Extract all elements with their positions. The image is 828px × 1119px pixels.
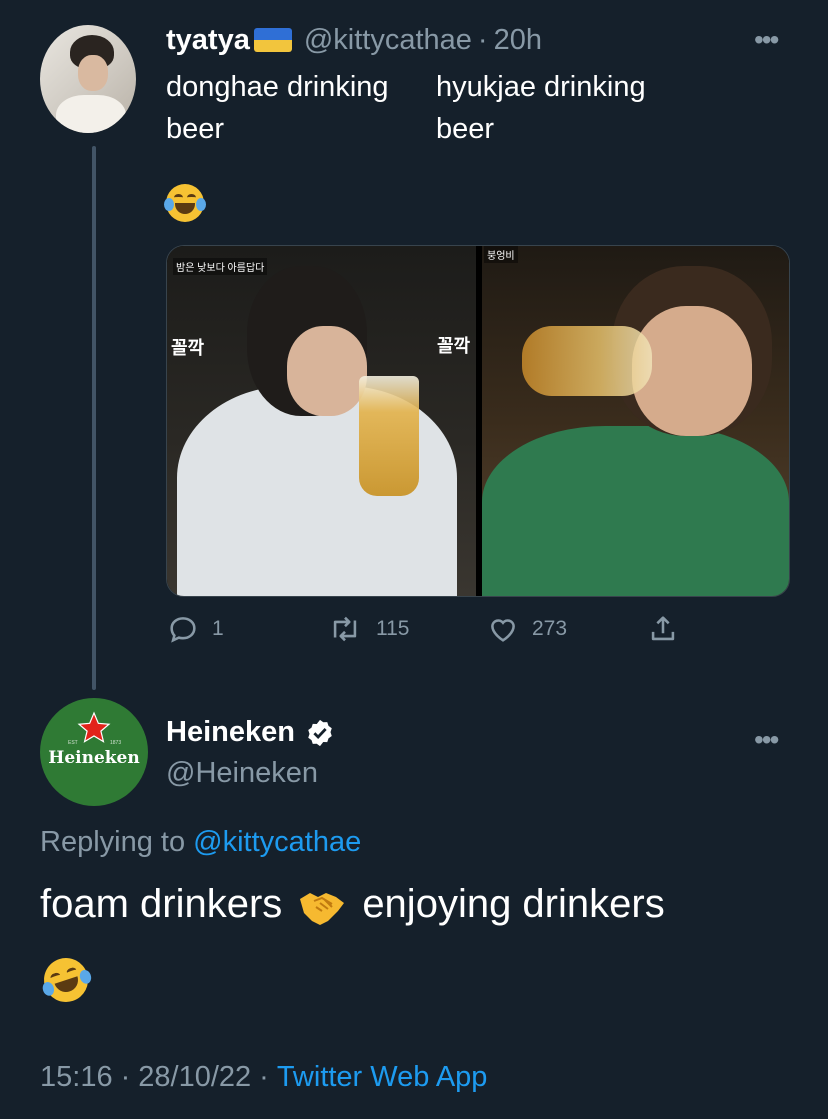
tweet-time[interactable]: 15:16 xyxy=(40,1061,113,1094)
text-line: beer xyxy=(166,113,225,145)
original-tweet-text-left: donghae drinking beer xyxy=(166,66,389,150)
hyukjae-photo[interactable]: 붕엉비 xyxy=(482,246,789,596)
replying-to-line: Replying to @kittycathae xyxy=(40,826,361,859)
share-button[interactable] xyxy=(646,612,680,646)
header-separator: · xyxy=(477,23,488,56)
reply-author-handle[interactable]: @Heineken xyxy=(166,757,318,790)
like-button[interactable]: 273 xyxy=(486,612,567,646)
handshake-emoji-icon xyxy=(300,892,345,925)
reply-button[interactable]: 1 xyxy=(166,612,224,646)
media-caption: 꼴깍 xyxy=(171,338,205,358)
reply-icon xyxy=(170,617,196,643)
reply-count: 1 xyxy=(212,617,224,640)
tyatya-avatar[interactable] xyxy=(40,25,136,133)
reply-author-name[interactable]: Heineken xyxy=(166,716,295,749)
replying-to-mention[interactable]: @kittycathae xyxy=(193,826,361,858)
more-options-icon[interactable]: ••• xyxy=(754,724,779,756)
red-star-icon xyxy=(77,711,111,743)
retweet-icon xyxy=(333,616,357,642)
retweet-button[interactable]: 115 xyxy=(326,612,409,646)
reply-tweet-text: foam drinkers enjoying drinkers xyxy=(40,882,665,927)
meta-separator: · xyxy=(259,1061,269,1093)
media-caption: 밤은 낮보다 아름답다 xyxy=(173,258,268,275)
original-tweet-header: tyatya @kittycathae · 20h xyxy=(166,22,542,58)
heineken-logo-text: Heineken xyxy=(48,748,140,768)
avatar-est-text: EST xyxy=(68,740,78,746)
retweet-count: 115 xyxy=(376,617,410,640)
meta-separator: · xyxy=(120,1061,131,1093)
donghae-photo[interactable]: 밤은 낮보다 아름답다 꼴깍 꼴깍 xyxy=(167,246,476,596)
text-line: beer xyxy=(436,113,495,145)
original-author-handle[interactable]: @kittycathae xyxy=(304,24,472,57)
rolling-on-floor-laughing-emoji-icon xyxy=(38,952,94,1008)
thread-connector-line xyxy=(92,146,96,690)
reply-text-before: foam drinkers xyxy=(40,882,283,926)
original-tweet-time[interactable]: 20h xyxy=(494,24,542,57)
verified-badge-icon xyxy=(308,719,332,746)
more-options-icon[interactable]: ••• xyxy=(754,24,779,56)
share-icon xyxy=(651,616,675,641)
tweet-source-link[interactable]: Twitter Web App xyxy=(277,1061,488,1094)
heart-icon xyxy=(491,619,515,642)
heineken-avatar[interactable]: EST 1873 Heineken xyxy=(40,698,148,806)
reply-text-after: enjoying drinkers xyxy=(362,882,665,926)
original-tweet-text-right: hyukjae drinking beer xyxy=(436,66,646,150)
tweet-metadata: 15:16 · 28/10/22 · Twitter Web App xyxy=(40,1061,487,1094)
reply-author-name-row: Heineken xyxy=(166,716,335,749)
like-count: 273 xyxy=(532,617,568,640)
text-line: donghae drinking xyxy=(166,71,389,103)
tweet-date[interactable]: 28/10/22 xyxy=(138,1061,251,1094)
replying-prefix: Replying to xyxy=(40,826,186,858)
avatar-year-text: 1873 xyxy=(110,740,122,746)
media-caption: 꼴깍 xyxy=(437,336,471,356)
original-author-name[interactable]: tyatya xyxy=(166,24,250,57)
media-caption: 붕엉비 xyxy=(484,246,518,263)
text-line: hyukjae drinking xyxy=(436,71,646,103)
tweet-media-grid[interactable]: 밤은 낮보다 아름답다 꼴깍 꼴깍 붕엉비 xyxy=(166,245,790,597)
tears-of-joy-emoji-icon xyxy=(164,184,206,222)
ukraine-flag-icon xyxy=(253,28,292,52)
